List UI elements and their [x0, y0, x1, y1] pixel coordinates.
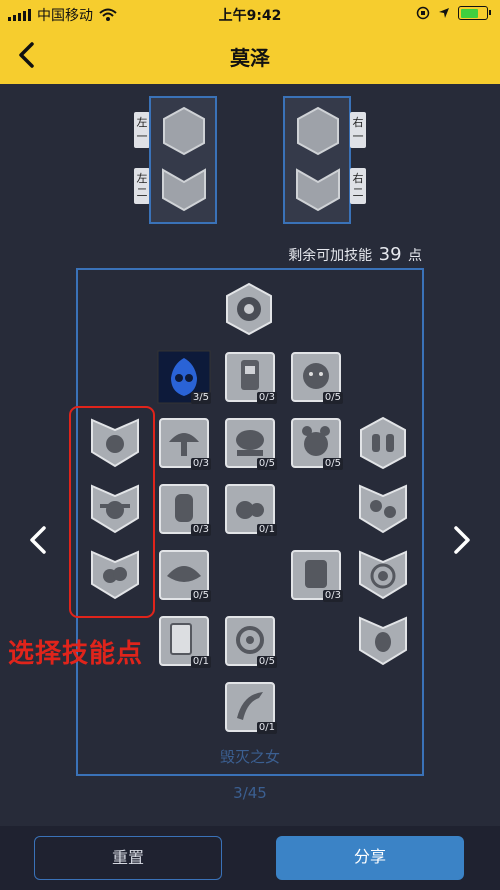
skill-level: 0/5	[256, 656, 277, 668]
tree-page-indicator: 3/45	[233, 784, 267, 802]
hexagon-slot-icon[interactable]	[159, 106, 209, 156]
prev-tree-arrow-icon[interactable]	[22, 520, 54, 560]
skill-level: 3/5	[190, 392, 211, 404]
remaining-points: 剩余可加技能 39 点	[288, 244, 422, 265]
skill-level: 0/1	[256, 524, 277, 536]
skill-level: 0/3	[256, 392, 277, 404]
slot-tag-left-1: 左一	[134, 112, 150, 148]
annotation-highlight-box	[69, 406, 155, 618]
skill-level: 0/5	[322, 392, 343, 404]
augment-grenade-hexagon-icon[interactable]	[356, 416, 410, 470]
share-button[interactable]: 分享	[276, 836, 464, 880]
skill-fire-skull-icon[interactable]: 3/5	[157, 350, 211, 404]
skill-canister-icon[interactable]: 0/3	[223, 350, 277, 404]
skill-card-icon[interactable]: 0/1	[157, 614, 211, 668]
status-bar: 中国移动 上午9:42	[0, 0, 500, 28]
skill-level: 0/3	[322, 590, 343, 602]
remaining-prefix: 剩余可加技能	[288, 248, 373, 264]
skill-level: 0/3	[190, 458, 211, 470]
skill-level: 0/1	[190, 656, 211, 668]
augment-winged-grenade-shield-icon[interactable]	[356, 614, 410, 668]
skill-tree-name: 毁灭之女	[219, 748, 280, 766]
page-title: 莫泽	[230, 46, 270, 70]
hexagon-slot-icon[interactable]	[293, 106, 343, 156]
augment-gears-shield-icon[interactable]	[356, 482, 410, 536]
slot-tag-left-2: 左二	[134, 168, 150, 204]
skill-teddy-bear-icon[interactable]: 0/5	[289, 416, 343, 470]
skill-mushroom-icon[interactable]: 0/3	[157, 416, 211, 470]
skill-level: 0/3	[190, 524, 211, 536]
chevron-slot-icon[interactable]	[293, 164, 343, 214]
skill-level: 0/5	[190, 590, 211, 602]
skill-level: 0/5	[322, 458, 343, 470]
skill-gauntlet-icon[interactable]: 0/3	[289, 548, 343, 602]
remaining-suffix: 点	[408, 248, 422, 264]
slot-tag-right-2: 右二	[350, 168, 366, 204]
skill-grenade-skull-icon[interactable]: 0/3	[157, 482, 211, 536]
reset-button[interactable]: 重置	[34, 836, 222, 880]
augment-target-skull-shield-icon[interactable]	[356, 548, 410, 602]
slot-tag-right-1: 右一	[350, 112, 366, 148]
skill-wings-icon[interactable]: 0/5	[157, 548, 211, 602]
skill-horn-icon[interactable]: 0/1	[223, 680, 277, 734]
nav-bar: 莫泽	[0, 28, 500, 84]
skill-level: 0/5	[256, 458, 277, 470]
remaining-value: 39	[378, 244, 402, 265]
skill-level: 0/1	[256, 722, 277, 734]
battery-icon	[458, 6, 491, 20]
skill-bear-icon[interactable]: 0/5	[289, 350, 343, 404]
orientation-lock-icon	[416, 6, 430, 20]
action-skill-icon[interactable]	[222, 282, 276, 336]
annotation-label: 选择技能点	[8, 639, 144, 669]
next-tree-arrow-icon[interactable]	[446, 520, 478, 560]
skill-toy-icon[interactable]: 0/1	[223, 482, 277, 536]
weapon-slots-left	[149, 96, 217, 224]
location-icon	[439, 8, 449, 18]
bottom-action-bar: 重置 分享	[0, 826, 500, 890]
weapon-slots-right	[283, 96, 351, 224]
skill-brain-icon[interactable]: 0/5	[223, 416, 277, 470]
chevron-slot-icon[interactable]	[159, 164, 209, 214]
skill-swirl-icon[interactable]: 0/5	[223, 614, 277, 668]
